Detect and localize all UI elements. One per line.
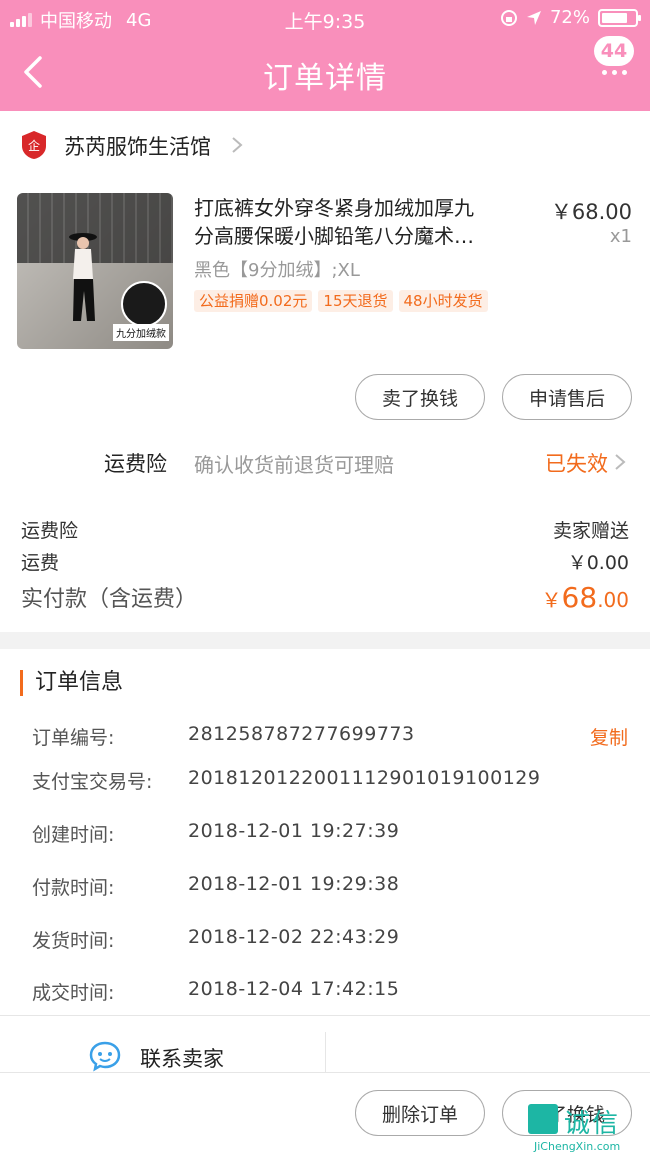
- watermark: 诚信 JiChengXin.com: [528, 1104, 646, 1154]
- contact-seller-label: 联系卖家: [140, 1047, 224, 1071]
- info-value: 2018-12-04 17:42:15: [188, 978, 400, 1000]
- info-value: 2018-12-01 19:27:39: [188, 820, 400, 842]
- paid-label: 实付款（含运费）: [21, 587, 198, 612]
- message-badge[interactable]: 44: [594, 36, 634, 66]
- product-price: ￥68.00: [550, 200, 632, 224]
- paid-int: 68: [561, 581, 598, 614]
- product-title-line2: 分高腰保暖小脚铅笔八分魔术…: [194, 224, 474, 248]
- shop-badge-icon: 企: [22, 131, 46, 159]
- cost-insurance-value: 卖家赠送: [552, 520, 629, 542]
- info-value: 20181201220011129010191​00129: [188, 767, 541, 789]
- model-figure: [69, 233, 97, 321]
- shipping-insurance-row[interactable]: 运费险 确认收货前退货可理赔 已失效: [0, 440, 650, 484]
- insurance-status: 已失效: [545, 452, 608, 476]
- svg-text:企: 企: [28, 138, 40, 153]
- info-key: 付款时间:: [32, 877, 115, 899]
- chevron-right-icon: [615, 454, 626, 470]
- info-key: 订单编号:: [32, 727, 115, 749]
- shop-name[interactable]: 苏芮服饰生活馆: [64, 131, 211, 161]
- info-key: 创建时间:: [32, 824, 115, 846]
- info-value: 2018-12-01 19:29:38: [188, 873, 400, 895]
- shop-row[interactable]: 企 苏芮服饰生活馆: [0, 111, 650, 177]
- info-value: 281258787277699773: [188, 723, 415, 745]
- location-icon: [526, 10, 541, 25]
- cost-shipping-row: 运费 ￥0.00: [21, 548, 629, 575]
- info-key: 支付宝交易号:: [32, 771, 153, 793]
- tag-return: 15天退货: [318, 290, 393, 312]
- watermark-logo-icon: [528, 1104, 558, 1134]
- vertical-divider: [325, 1032, 326, 1072]
- delete-order-button[interactable]: 删除订单: [355, 1090, 485, 1136]
- paid-currency: ￥: [541, 588, 562, 612]
- page-title: 订单详情: [263, 61, 387, 96]
- info-key: 成交时间:: [32, 982, 115, 1004]
- paid-row: 实付款（含运费） ￥68.00: [21, 581, 629, 615]
- product-title-line1: 打底裤女外穿冬紧身加绒加厚九: [194, 196, 474, 220]
- tag-shipping: 48小时发货: [398, 290, 488, 312]
- product-image[interactable]: 九分加绒款: [17, 193, 173, 349]
- insurance-description: 确认收货前退货可理赔: [194, 453, 394, 477]
- product-tags: 公益捐赠0.02元 15天退货 48小时发货: [194, 290, 524, 314]
- paid-amount: ￥68.00: [542, 581, 629, 614]
- cost-shipping-value: ￥0.00: [567, 552, 629, 574]
- product-sku: 黑色【9分加绒】;XL: [194, 260, 360, 281]
- insurance-label: 运费险: [104, 452, 167, 476]
- info-value: 2018-12-02 22:43:29: [188, 926, 400, 948]
- paid-dec: .00: [597, 588, 629, 612]
- watermark-text: 诚信: [564, 1109, 621, 1139]
- more-icon[interactable]: [602, 70, 627, 75]
- cost-insurance-row: 运费险 卖家赠送: [21, 516, 629, 543]
- image-tag: 九分加绒款: [113, 324, 169, 341]
- battery-percent: 72%: [549, 7, 590, 28]
- after-sale-button[interactable]: 申请售后: [502, 374, 632, 420]
- fabric-inset: [121, 281, 167, 327]
- battery-icon: [598, 8, 641, 27]
- watermark-url: JiChengXin.com: [534, 1140, 621, 1153]
- product-title[interactable]: 打底裤女外穿冬紧身加绒加厚九 分高腰保暖小脚铅笔八分魔术…: [194, 194, 524, 250]
- copy-button[interactable]: 复制: [590, 723, 628, 750]
- status-bar: 中国移动 4G 上午9:35 72%: [0, 0, 650, 36]
- orientation-lock-icon: [500, 9, 517, 26]
- tag-donation: 公益捐赠0.02元: [194, 290, 313, 312]
- cost-insurance-label: 运费险: [21, 520, 79, 542]
- chat-icon: [89, 1041, 121, 1072]
- header-bar: 中国移动 4G 上午9:35 72% 订单详情 44: [0, 0, 650, 111]
- sell-for-cash-button[interactable]: 卖了换钱: [355, 374, 485, 420]
- section-gap: [0, 632, 650, 649]
- product-quantity: x1: [609, 226, 632, 247]
- order-info-title: 订单信息: [20, 670, 123, 696]
- chevron-right-icon: [232, 137, 243, 153]
- cost-shipping-label: 运费: [21, 552, 60, 574]
- info-key: 发货时间:: [32, 930, 115, 952]
